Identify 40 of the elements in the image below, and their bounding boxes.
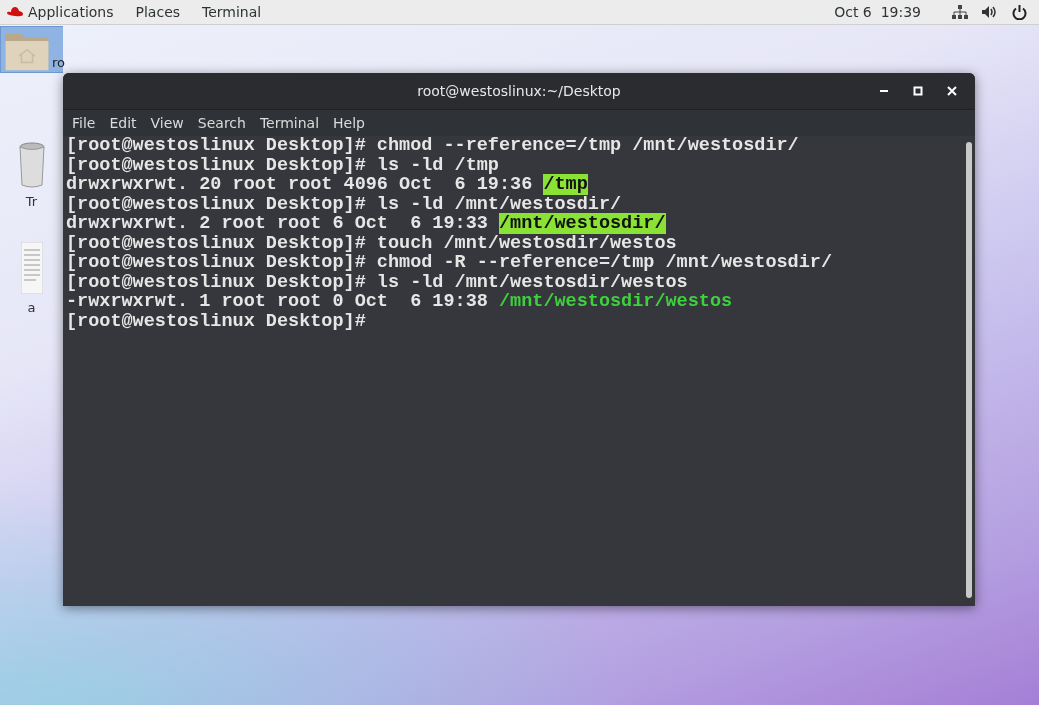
close-icon: [947, 86, 957, 96]
terminal-text: [root@westoslinux Desktop]# touch /mnt/westosdir/westos: [66, 232, 677, 254]
terminal-text: [root@westoslinux Desktop]#: [66, 310, 366, 332]
icon-label: Tr: [25, 194, 38, 209]
terminal-text: [root@westoslinux Desktop]# ls -ld /mnt/westosdir/westos: [66, 271, 688, 293]
menu-item[interactable]: View: [150, 115, 184, 131]
document-icon: [20, 242, 43, 294]
terminal-text: [root@westoslinux Desktop]# ls -ld /tmp: [66, 154, 499, 176]
executable-path: /mnt/westosdir/westos: [499, 291, 733, 312]
terminal-text: [root@westoslinux Desktop]# chmod -R --reference=/tmp /mnt/westosdir/: [66, 252, 833, 273]
terminal-text: drwxrwxrwt. 20 root root 4096 Oct 6 19:36: [66, 174, 534, 195]
minimize-icon: [880, 90, 888, 92]
hat-logo-icon: [6, 6, 24, 18]
menu-item[interactable]: Help: [333, 115, 365, 131]
icon-label: a: [27, 300, 36, 315]
clock[interactable]: Oct 6 19:39: [834, 4, 921, 20]
volume-icon[interactable]: [981, 5, 999, 19]
menu-item[interactable]: Edit: [109, 115, 137, 131]
menu-item[interactable]: Terminal: [259, 115, 320, 131]
terminal-text: [root@westoslinux Desktop]# ls -ld /mnt/westosdir/: [66, 193, 622, 215]
desktop-icon[interactable]: Tr: [0, 134, 63, 234]
top-menu[interactable]: Terminal: [202, 4, 262, 20]
maximize-icon: [913, 86, 923, 96]
terminal-text: [root@westoslinux Desktop]# chmod --reference=/tmp /mnt/westosdir/: [66, 135, 799, 156]
power-icon[interactable]: [1012, 4, 1027, 20]
terminal-text: -rwxrwxrwt. 1 root root 0 Oct 6 19:38: [66, 291, 489, 312]
highlighted-path: /tmp: [543, 174, 588, 195]
top-menu[interactable]: Applications: [28, 4, 114, 20]
network-icon[interactable]: [952, 5, 968, 19]
scrollbar[interactable]: [966, 142, 972, 598]
highlighted-path: /mnt/westosdir/: [499, 213, 666, 234]
trash-icon: [18, 142, 45, 188]
window-title: root@westoslinux:~/Desktop: [417, 83, 621, 99]
menu-item[interactable]: Search: [197, 115, 246, 131]
top-menu[interactable]: Places: [135, 4, 181, 20]
desktop-icon[interactable]: a: [0, 234, 63, 349]
desktop-icon[interactable]: ro: [0, 26, 63, 73]
menu-item[interactable]: File: [72, 115, 96, 131]
icon-label: ro: [52, 55, 65, 70]
terminal-text: drwxrwxrwt. 2 root root 6 Oct 6 19:33: [66, 213, 489, 234]
